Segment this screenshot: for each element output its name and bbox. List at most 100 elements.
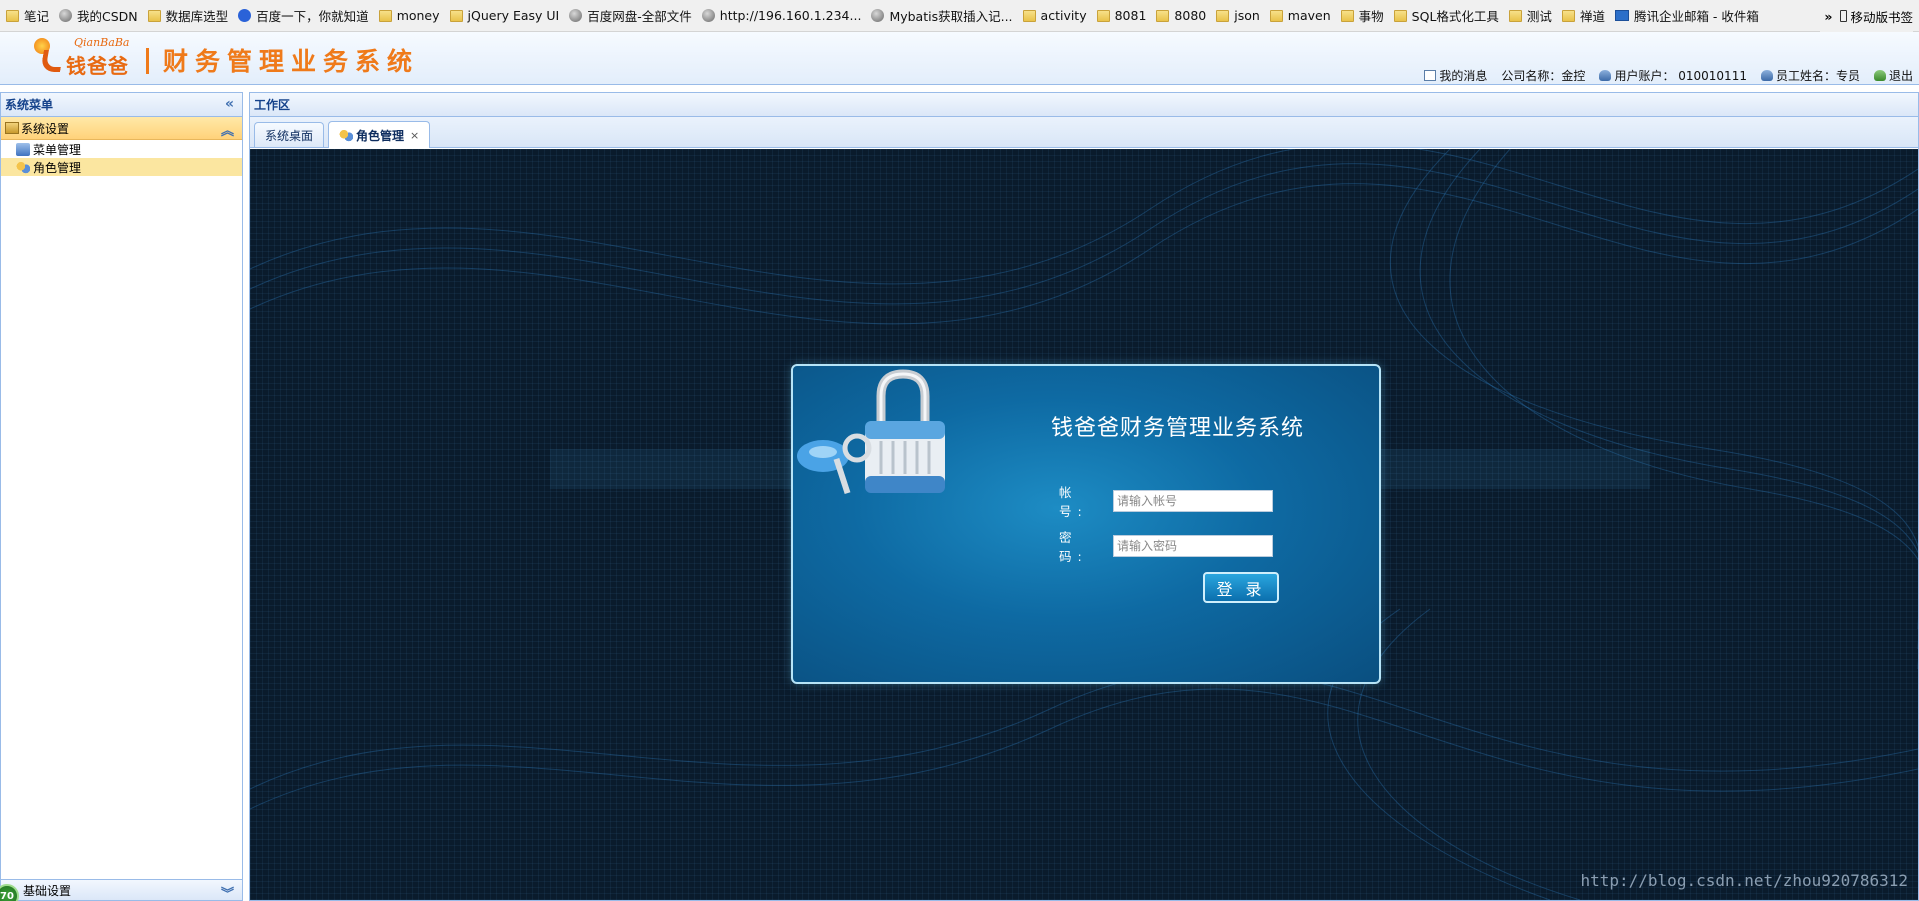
watermark: http://blog.csdn.net/zhou920786312 <box>1580 871 1908 890</box>
close-tab-icon[interactable]: × <box>410 129 419 142</box>
folder-icon <box>1096 9 1110 22</box>
folder-icon <box>1340 9 1354 22</box>
tab-system-desktop[interactable]: 系统桌面 <box>254 122 325 147</box>
bookmarks-bar: 笔记 我的CSDN 数据库选型 百度一下，你就知道 money jQuery Easy U… <box>0 0 1919 32</box>
bookmark-label: 百度一下，你就知道 <box>256 9 369 24</box>
bookmark-item[interactable]: 笔记 <box>6 6 49 25</box>
sidebar-item-label: 菜单管理 <box>33 142 82 157</box>
bookmark-item[interactable]: SQL格式化工具 <box>1393 6 1499 25</box>
user-account: 用户账户： 010010111 <box>1599 67 1747 84</box>
bookmark-label: json <box>1234 8 1260 23</box>
bookmark-label: 事物 <box>1358 9 1384 24</box>
bookmark-item[interactable]: 百度网盘-全部文件 <box>569 6 692 25</box>
password-row: 密 码: <box>1059 527 1273 565</box>
accordion-basic-settings[interactable]: 基础设置 ︾ 70 <box>0 879 242 901</box>
my-messages-link[interactable]: 我的消息 <box>1424 67 1487 84</box>
bookmark-item[interactable]: 测试 <box>1508 6 1552 25</box>
employee-name: 员工姓名：专员 <box>1760 67 1860 84</box>
accordion-title: 基础设置 <box>23 883 72 898</box>
bookmark-label: 禅道 <box>1579 9 1605 24</box>
password-label: 密 码: <box>1059 530 1097 564</box>
role-users-icon <box>16 160 30 174</box>
system-title: 财务管理业务系统 <box>146 42 419 78</box>
collapse-left-icon[interactable]: « <box>225 96 234 112</box>
login-button[interactable]: 登 录 <box>1203 572 1279 603</box>
envelope-icon <box>1424 70 1437 81</box>
bookmark-item[interactable]: 腾讯企业邮箱 - 收件箱 <box>1614 6 1759 25</box>
sidebar-item-role-management[interactable]: 角色管理 <box>1 158 242 176</box>
account-input[interactable] <box>1113 490 1273 512</box>
folder-icon <box>1269 9 1283 22</box>
logo: QianBaBa 钱爸爸 <box>28 34 144 80</box>
bookmark-label: 测试 <box>1526 9 1552 24</box>
sidebar: 系统菜单 « 系统设置 ︽ 菜单管理 角色管理 基础设置 ︾ 70 <box>0 92 243 901</box>
sidebar-item-menu-management[interactable]: 菜单管理 <box>1 140 242 158</box>
company-name: 公司名称：金控 <box>1501 69 1586 83</box>
globe-icon <box>59 9 73 22</box>
bookmark-label: 百度网盘-全部文件 <box>587 9 692 24</box>
bookmark-item[interactable]: 8081 <box>1096 8 1146 23</box>
bookmark-item[interactable]: json <box>1216 8 1260 23</box>
bookmark-item[interactable]: activity <box>1022 8 1087 23</box>
logout-link[interactable]: 退出 <box>1873 67 1913 84</box>
bookmark-label: 8080 <box>1174 8 1207 23</box>
work-title: 工作区 <box>254 98 291 112</box>
logo-mark-icon <box>32 38 64 72</box>
folder-icon <box>449 9 463 22</box>
role-users-icon <box>339 128 354 142</box>
folder-icon <box>1216 9 1230 22</box>
bookmark-item[interactable]: Mybatis获取插入记... <box>871 6 1013 25</box>
accordion-system-settings[interactable]: 系统设置 ︽ <box>1 117 242 140</box>
bookmark-label: 我的CSDN <box>77 9 138 24</box>
folder-icon <box>1156 9 1170 22</box>
chevron-up-icon[interactable]: ︽ <box>221 120 234 139</box>
chevron-down-icon[interactable]: ︾ <box>221 883 234 901</box>
bookmark-item[interactable]: money <box>378 8 440 23</box>
bookmark-item[interactable]: 百度一下，你就知道 <box>238 6 369 25</box>
work-header: 工作区 <box>250 93 1918 117</box>
bookmark-label: activity <box>1040 8 1087 23</box>
bookmarks-more[interactable]: » 移动版书签 <box>1820 0 1913 32</box>
accordion-title: 系统设置 <box>21 121 70 136</box>
bookmark-item[interactable]: 8080 <box>1156 8 1206 23</box>
folder-icon <box>378 9 392 22</box>
folder-icon <box>1393 9 1407 22</box>
tab-strip: 系统桌面 角色管理 × <box>250 117 1918 148</box>
work-area: 工作区 系统桌面 角色管理 × 钱爸爸财务管理业务系统 帐 号: 请输入帐号 密… <box>249 92 1919 901</box>
account-label: 帐 号: <box>1059 485 1097 519</box>
bookmark-item[interactable]: 我的CSDN <box>59 6 138 25</box>
bookmark-item[interactable]: jQuery Easy UI <box>449 8 559 23</box>
counter-badge: 70 <box>0 884 19 901</box>
bookmark-item[interactable]: 禅道 <box>1561 6 1605 25</box>
login-title: 钱爸爸财务管理业务系统 <box>1051 416 1305 441</box>
logo-script: QianBaBa <box>74 36 130 49</box>
bookmark-label: 数据库选型 <box>165 9 229 24</box>
password-input[interactable] <box>1113 535 1273 557</box>
menu-tree-icon <box>16 142 30 156</box>
login-stage: 钱爸爸财务管理业务系统 帐 号: 密 码: 登 录 <box>250 149 1918 900</box>
bookmark-item[interactable]: maven <box>1269 8 1331 23</box>
paw-icon <box>238 9 252 22</box>
chevron-more-icon[interactable]: » <box>1824 9 1832 24</box>
bookmark-item[interactable]: 数据库选型 <box>147 6 229 25</box>
login-dialog: 钱爸爸财务管理业务系统 帐 号: 密 码: 登 录 <box>791 364 1381 684</box>
logout-icon <box>1873 70 1886 81</box>
globe-icon <box>871 9 885 22</box>
globe-icon <box>701 9 715 22</box>
bookmark-label: 腾讯企业邮箱 - 收件箱 <box>1633 9 1759 24</box>
bookmark-item[interactable]: http://196.160.1.234... <box>701 8 861 23</box>
folder-icon <box>1561 9 1575 22</box>
bookmark-item[interactable]: 事物 <box>1340 6 1384 25</box>
mobile-icon <box>1840 10 1848 22</box>
bookmark-label: money <box>396 8 440 23</box>
sidebar-header: 系统菜单 « <box>1 93 242 117</box>
bookmark-label: 笔记 <box>24 9 50 24</box>
mobile-bookmarks-link[interactable]: 移动版书签 <box>1850 7 1913 26</box>
logo-text: 钱爸爸 <box>66 54 129 78</box>
user-info: 我的消息 公司名称：金控 用户账户： 010010111 员工姓名：专员 退出 <box>1410 67 1913 84</box>
tab-role-management[interactable]: 角色管理 × <box>328 121 431 148</box>
employee-icon <box>1760 70 1773 81</box>
globe-icon <box>569 9 583 22</box>
sidebar-title: 系统菜单 <box>5 98 54 112</box>
lock-keys-icon <box>797 369 945 495</box>
